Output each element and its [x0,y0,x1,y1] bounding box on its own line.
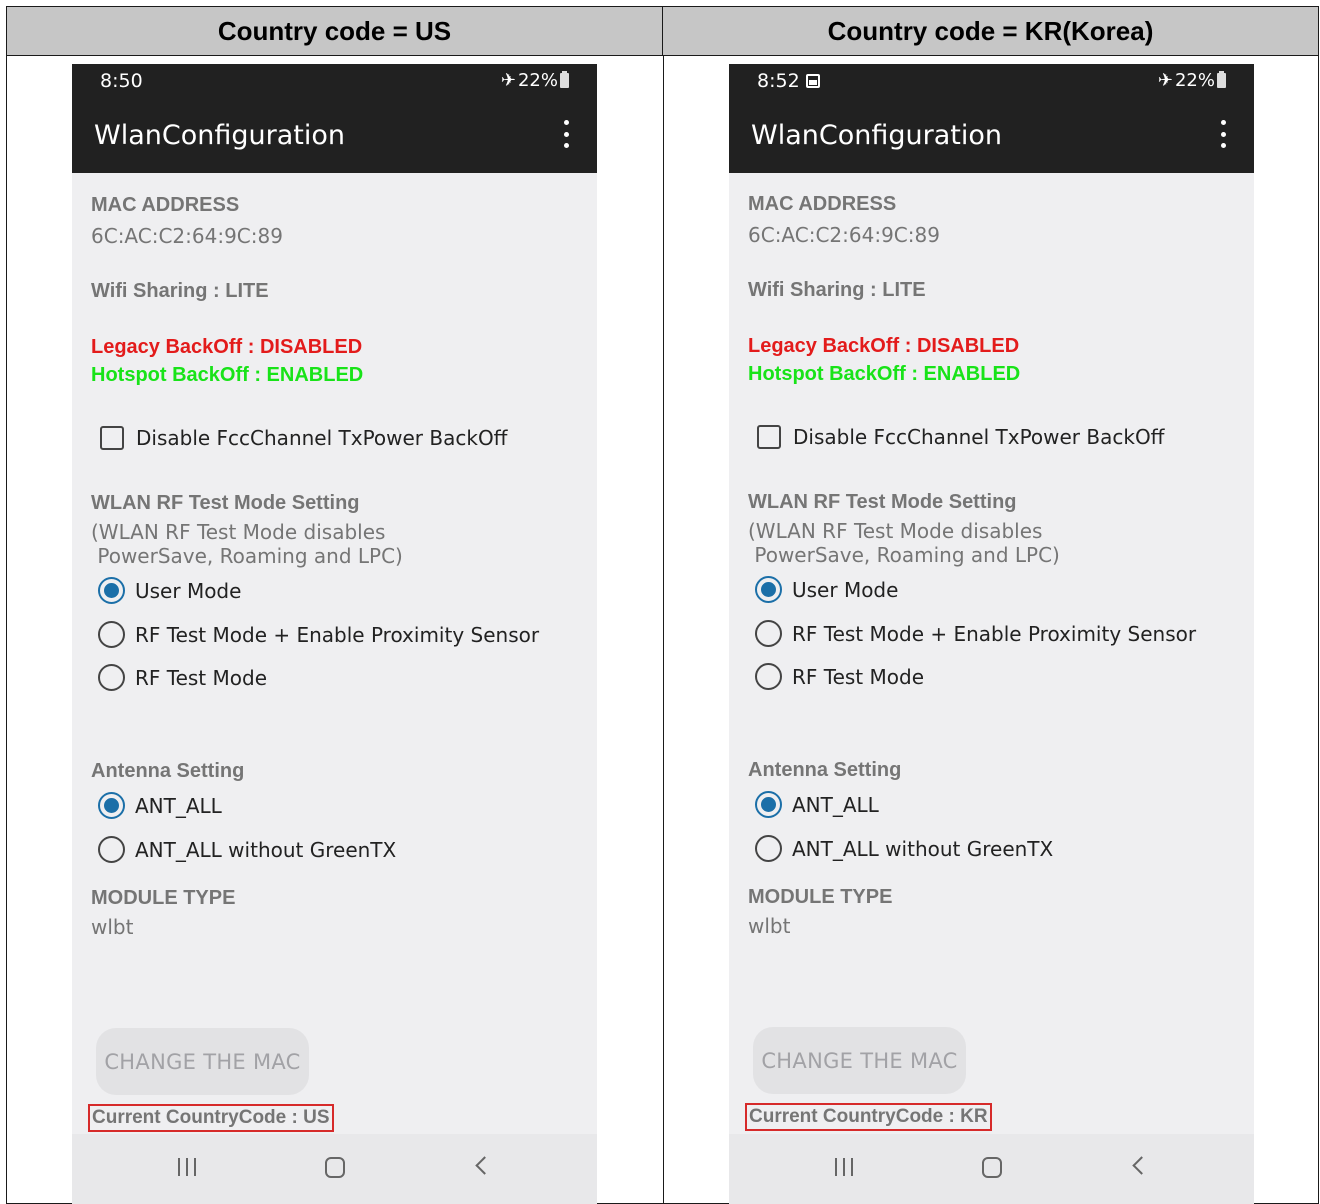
more-options-icon[interactable] [557,120,575,148]
back-icon[interactable] [1132,1156,1151,1175]
wifi-sharing-status: Wifi Sharing : LITE [748,279,926,301]
status-bar: 8:52 ✈ 22% [729,64,1254,98]
radio-unselected-icon[interactable] [98,621,125,648]
radio-selected-icon[interactable] [98,577,125,604]
mac-address-value: 6C:AC:C2:64:9C:89 [748,223,940,247]
battery-icon [560,71,569,88]
change-mac-button[interactable]: CHANGE THE MAC [753,1027,966,1094]
radio-ant-all-no-greentx[interactable]: ANT_ALL without GreenTX [98,836,396,863]
image-notification-icon [805,74,820,88]
radio-unselected-icon[interactable] [755,835,782,862]
home-icon[interactable] [325,1157,345,1178]
rf-test-mode-title: WLAN RF Test Mode Setting [748,491,1017,513]
radio-unselected-icon[interactable] [755,620,782,647]
radio-selected-icon[interactable] [98,792,125,819]
status-bar: 8:50 ✈ 22% [72,64,597,98]
airplane-mode-icon: ✈ [500,70,516,91]
rf-test-mode-desc-1: (WLAN RF Test Mode disables [748,519,1043,543]
app-bar: WlanConfiguration [729,98,1254,173]
hotspot-backoff-status: Hotspot BackOff : ENABLED [91,364,364,386]
navigation-bar [729,1134,1254,1204]
more-options-icon[interactable] [1214,120,1232,148]
radio-ant-all[interactable]: ANT_ALL [755,791,879,818]
mac-address-label: MAC ADDRESS [91,194,240,216]
module-type-value: wlbt [748,914,791,938]
battery-level: 22% [517,70,558,91]
hotspot-backoff-status: Hotspot BackOff : ENABLED [748,363,1021,385]
module-type-label: MODULE TYPE [748,886,893,908]
checkbox-label: Disable FccChannel TxPower BackOff [136,426,508,450]
status-time: 8:52 [757,70,820,92]
checkbox-icon[interactable] [757,425,781,449]
rf-test-mode-title: WLAN RF Test Mode Setting [91,492,360,514]
fcc-txpower-checkbox[interactable]: Disable FccChannel TxPower BackOff [757,425,1164,449]
radio-rf-test-mode[interactable]: RF Test Mode [755,663,924,690]
radio-ant-all-no-greentx[interactable]: ANT_ALL without GreenTX [755,835,1053,862]
battery-icon [1217,71,1226,88]
radio-selected-icon[interactable] [755,791,782,818]
wifi-sharing-status: Wifi Sharing : LITE [91,280,269,302]
battery-level: 22% [1174,70,1215,91]
header-us: Country code = US [7,7,663,56]
antenna-setting-title: Antenna Setting [91,760,245,782]
checkbox-label: Disable FccChannel TxPower BackOff [793,425,1165,449]
mac-address-label: MAC ADDRESS [748,193,897,215]
radio-ant-all[interactable]: ANT_ALL [98,792,222,819]
radio-selected-icon[interactable] [755,576,782,603]
app-title: WlanConfiguration [751,120,1002,151]
mac-address-value: 6C:AC:C2:64:9C:89 [91,224,283,248]
radio-unselected-icon[interactable] [98,664,125,691]
fcc-txpower-checkbox[interactable]: Disable FccChannel TxPower BackOff [100,426,507,450]
navigation-bar [72,1134,597,1204]
legacy-backoff-status: Legacy BackOff : DISABLED [91,336,363,358]
radio-unselected-icon[interactable] [98,836,125,863]
change-mac-button[interactable]: CHANGE THE MAC [96,1028,309,1095]
app-title: WlanConfiguration [94,120,345,151]
phone-screen-us: 8:50 ✈ 22% WlanConfiguration MAC ADDRESS… [72,64,597,1204]
checkbox-icon[interactable] [100,426,124,450]
phone-screen-kr: 8:52 ✈ 22% WlanConfiguration MAC ADDRESS… [729,64,1254,1204]
radio-rf-test-mode[interactable]: RF Test Mode [98,664,267,691]
module-type-label: MODULE TYPE [91,887,236,909]
airplane-mode-icon: ✈ [1157,70,1173,91]
rf-test-mode-desc-2: PowerSave, Roaming and LPC) [91,544,403,568]
header-kr: Country code = KR(Korea) [663,7,1318,56]
current-country-code: Current CountryCode : KR [745,1103,992,1131]
module-type-value: wlbt [91,915,134,939]
antenna-setting-title: Antenna Setting [748,759,902,781]
status-time: 8:50 [100,70,143,92]
recents-icon[interactable] [835,1158,853,1176]
home-icon[interactable] [982,1157,1002,1178]
radio-user-mode[interactable]: User Mode [755,576,898,603]
recents-icon[interactable] [178,1158,196,1176]
radio-unselected-icon[interactable] [755,663,782,690]
column-divider [663,56,664,1204]
radio-rf-test-proximity[interactable]: RF Test Mode + Enable Proximity Sensor [755,620,1196,647]
current-country-code: Current CountryCode : US [88,1104,334,1132]
app-bar: WlanConfiguration [72,98,597,173]
legacy-backoff-status: Legacy BackOff : DISABLED [748,335,1020,357]
radio-rf-test-proximity[interactable]: RF Test Mode + Enable Proximity Sensor [98,621,539,648]
rf-test-mode-desc-2: PowerSave, Roaming and LPC) [748,543,1060,567]
back-icon[interactable] [475,1156,494,1175]
rf-test-mode-desc-1: (WLAN RF Test Mode disables [91,520,386,544]
radio-user-mode[interactable]: User Mode [98,577,241,604]
